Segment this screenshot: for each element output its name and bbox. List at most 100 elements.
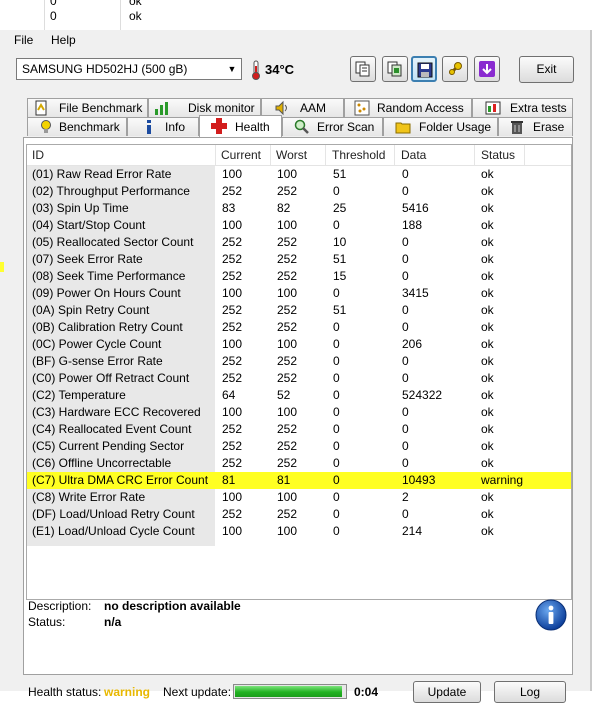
column-header-data[interactable]: Data [401,148,426,162]
description-label: Description: [28,599,92,613]
table-row[interactable]: (C8) Write Error Rate 100 100 0 2 ok [27,489,571,506]
status-label: Status: [28,615,66,629]
tab-benchmark[interactable]: Benchmark [27,117,127,136]
table-row[interactable]: (DF) Load/Unload Retry Count 252 252 0 0 ok [27,506,571,523]
tab-health[interactable]: Health [199,115,282,137]
exit-button[interactable]: Exit [519,56,574,83]
cell-current: 81 [222,473,236,487]
cell-id: (07) Seek Error Rate [32,252,143,266]
tab-file-benchmark[interactable]: File Benchmark [27,98,148,117]
table-row[interactable]: (01) Raw Read Error Rate 100 100 51 0 ok [27,166,571,183]
cell-threshold: 0 [333,286,340,300]
tab-label: Error Scan [317,120,375,134]
cell-current: 252 [222,371,243,385]
cell-current: 252 [222,439,243,453]
table-row[interactable]: (C0) Power Off Retract Count 252 252 0 0 ok [27,370,571,387]
column-header-id[interactable]: ID [32,148,44,162]
cell-threshold: 0 [333,388,340,402]
column-header-current[interactable]: Current [221,148,261,162]
cell-data: 524322 [402,388,443,402]
table-row[interactable]: (E1) Load/Unload Cycle Count 100 100 0 214 ok [27,523,571,540]
update-countdown: 0:04 [354,685,379,699]
speaker-icon [275,100,287,116]
cell-id: (03) Spin Up Time [32,201,129,215]
table-row[interactable]: (C7) Ultra DMA CRC Error Count 81 81 0 10493… [27,472,571,489]
tab-error-scan[interactable]: Error Scan [282,117,383,136]
column-header-status[interactable]: Status [481,148,515,162]
save-button[interactable] [411,56,437,82]
column-divider [394,145,395,165]
tab-extra-tests[interactable]: Extra tests [472,98,573,117]
cell-worst: 252 [277,439,298,453]
cell-data: 0 [402,439,409,453]
cell-worst: 100 [277,524,298,538]
table-row[interactable]: (0B) Calibration Retry Count 252 252 0 0 ok [27,319,571,336]
table-row[interactable]: (BF) G-sense Error Rate 252 252 0 0 ok [27,353,571,370]
column-divider [120,0,121,30]
cell-status: ok [481,388,494,402]
cell-worst: 252 [277,252,298,266]
cell-id: (0B) Calibration Retry Count [32,320,183,334]
table-row[interactable]: (07) Seek Error Rate 252 252 51 0 ok [27,251,571,268]
cell-worst: 252 [277,507,298,521]
cell-status: ok [481,235,494,249]
cell-threshold: 51 [333,303,347,317]
table-header: ID Current Worst Threshold Data Status [27,145,571,166]
table-row[interactable]: (C3) Hardware ECC Recovered 100 100 0 0 ok [27,404,571,421]
tab-info[interactable]: Info [127,117,199,136]
cell-current: 252 [222,269,243,283]
column-divider [325,145,326,165]
table-row[interactable]: (08) Seek Time Performance 252 252 15 0 ok [27,268,571,285]
table-row[interactable]: (03) Spin Up Time 83 82 25 5416 ok [27,200,571,217]
table-row[interactable]: (02) Throughput Performance 252 252 0 0 ok [27,183,571,200]
cell-current: 252 [222,507,243,521]
cell-id: (C5) Current Pending Sector [32,439,185,453]
cell-data: 188 [402,218,423,232]
column-header-worst[interactable]: Worst [276,148,307,162]
cell-worst: 252 [277,235,298,249]
chevron-down-icon[interactable]: ▼ [225,61,239,77]
cell-status: ok [481,371,494,385]
log-button[interactable]: Log [494,681,566,703]
random-access-icon [354,100,370,116]
cell-current: 83 [222,201,236,215]
health-status-label: Health status: [28,685,102,699]
cell-threshold: 25 [333,201,347,215]
tab-folder-usage[interactable]: Folder Usage [383,117,498,136]
cell-status: ok [481,507,494,521]
table-row[interactable]: (C4) Reallocated Event Count 252 252 0 0 ok [27,421,571,438]
cell-status: ok [481,184,494,198]
copy-button[interactable] [350,56,376,82]
cell-threshold: 0 [333,337,340,351]
table-row[interactable]: (C2) Temperature 64 52 0 524322 ok [27,387,571,404]
table-row[interactable]: (04) Start/Stop Count 100 100 0 188 ok [27,217,571,234]
cell-threshold: 0 [333,184,340,198]
cell-data: 0 [402,507,409,521]
menu-bar: File Help [0,30,590,50]
cell-current: 252 [222,184,243,198]
update-button[interactable]: Update [413,681,481,703]
background-window: 0 ok 0 ok [0,0,594,30]
menu-file[interactable]: File [14,33,33,47]
table-row[interactable]: (09) Power On Hours Count 100 100 0 3415 ok [27,285,571,302]
cell-threshold: 0 [333,405,340,419]
copy-icon [355,61,370,77]
column-header-threshold[interactable]: Threshold [332,148,385,162]
table-row[interactable]: (05) Reallocated Sector Count 252 252 10 0 ok [27,234,571,251]
smart-table[interactable]: ID Current Worst Threshold Data Status (… [26,144,572,600]
cell-data: 214 [402,524,423,538]
options-button[interactable] [442,56,468,82]
copy-all-button[interactable] [382,56,408,82]
menu-help[interactable]: Help [51,33,76,47]
table-row[interactable]: (0A) Spin Retry Count 252 252 51 0 ok [27,302,571,319]
tab-random-access[interactable]: Random Access [344,98,472,117]
cell-id: (04) Start/Stop Count [32,218,146,232]
drive-select-value: SAMSUNG HD502HJ (500 gB) [22,62,188,76]
table-row[interactable]: (0C) Power Cycle Count 100 100 0 206 ok [27,336,571,353]
table-row[interactable]: (C6) Offline Uncorrectable 252 252 0 0 ok [27,455,571,472]
table-row[interactable]: (C5) Current Pending Sector 252 252 0 0 ok [27,438,571,455]
tab-erase[interactable]: Erase [498,117,573,136]
download-button[interactable] [474,56,500,82]
drive-select[interactable]: SAMSUNG HD502HJ (500 gB) ▼ [16,58,242,80]
cell-threshold: 0 [333,439,340,453]
